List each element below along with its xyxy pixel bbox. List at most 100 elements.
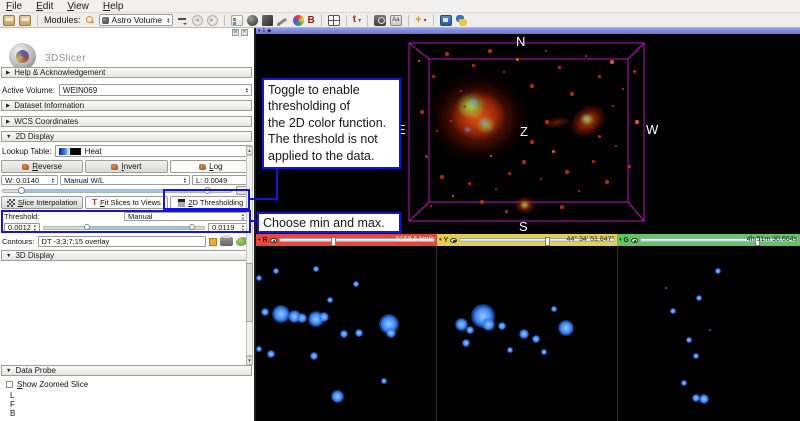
compass-west-label: W — [646, 122, 659, 137]
threshold-mode-selector[interactable]: Manual ▴ ▾ — [124, 212, 248, 221]
visibility-eye-icon[interactable] — [630, 237, 638, 243]
history-back-icon[interactable]: ◂ — [191, 14, 203, 26]
scrollbar-up-arrow[interactable]: ▲ — [246, 146, 253, 155]
menu-edit[interactable]: Edit — [36, 1, 53, 12]
volume-module-icon[interactable] — [261, 14, 273, 26]
contours-input[interactable]: DT -3;3;7;15 overlay — [37, 236, 206, 247]
show-zoomed-slice-checkbox[interactable] — [6, 381, 13, 388]
window-spinbox[interactable]: W: 0.0140 ▴ ▾ — [1, 175, 58, 185]
level-spinbox[interactable]: L: 0.0049 ▴▾ — [192, 175, 252, 185]
module-icon — [101, 16, 109, 24]
spinner-icon[interactable]: ▴▾ — [246, 86, 248, 94]
spinner-icon[interactable]: ▴▾ — [242, 223, 244, 231]
spinner-icon[interactable]: ▴▾ — [167, 16, 169, 24]
pin-icon[interactable]: ▾ — [258, 237, 261, 243]
section-label: 2D Display — [15, 132, 55, 141]
menu-file[interactable]: File — [6, 1, 22, 12]
contours-row: Contours: DT -3;3;7;15 overlay — [2, 235, 248, 248]
slider-handle[interactable] — [544, 236, 550, 246]
modules-menu-icon[interactable] — [177, 16, 188, 25]
threshold-min-spinbox[interactable]: 0.0012 ▴ ▾ — [4, 223, 40, 232]
scrollbar-track[interactable] — [246, 155, 253, 356]
menu-help[interactable]: Help — [103, 1, 124, 12]
threshold-label: Threshold: — [4, 212, 40, 221]
python-console-icon[interactable] — [455, 14, 468, 26]
green-slice-bar[interactable]: ▾ G 4h 51m 30.664s — [617, 234, 800, 246]
transform-icon[interactable]: t — [353, 14, 356, 26]
spinner-icon[interactable]: ▴▾ — [184, 176, 186, 184]
history-forward-icon[interactable]: ▸ — [206, 14, 218, 26]
slice-interpolation-button[interactable]: Slice Interpolation — [1, 196, 84, 209]
pin-icon[interactable]: ▾ — [619, 237, 622, 243]
section-3d-display[interactable]: ▼ 3D Display — [1, 250, 252, 261]
chevron-down-icon[interactable]: ▾ — [424, 17, 427, 24]
lookup-table-selector[interactable]: Heat ▴▾ — [54, 145, 252, 157]
section-2d-display[interactable]: ▼ 2D Display — [1, 131, 252, 142]
visibility-eye-icon[interactable] — [450, 237, 458, 243]
print-contours-icon[interactable] — [220, 235, 233, 246]
module-list-icon[interactable] — [230, 14, 243, 26]
spinner-icon[interactable]: ▴▾ — [242, 212, 244, 220]
section-data-probe[interactable]: ▼ Data Probe — [1, 365, 252, 376]
fit-slices-button[interactable]: T Fit Slices to Views — [85, 196, 168, 209]
load-data-icon[interactable] — [3, 14, 15, 26]
reverse-button[interactable]: Reverse — [1, 160, 84, 173]
threshold-range-slider[interactable] — [43, 224, 205, 230]
slider-handle-low[interactable] — [18, 186, 25, 194]
view-menu-icon[interactable]: ◆ — [267, 28, 271, 34]
section-dataset-information[interactable]: ▶ Dataset Information — [1, 100, 252, 111]
paint-module-icon[interactable] — [276, 15, 289, 26]
window-level-slider[interactable] — [2, 186, 232, 194]
pin-icon[interactable]: ▾ — [258, 28, 261, 34]
pin-icon[interactable]: ▾ — [439, 237, 442, 243]
section-wcs-coordinates[interactable]: ▶ WCS Coordinates — [1, 116, 252, 127]
screenshot-icon[interactable] — [439, 14, 452, 26]
window-value: W: 0.0140 — [5, 175, 40, 185]
measurement-icon[interactable] — [390, 14, 403, 26]
wl-preset-value: Manual W/L — [64, 175, 105, 185]
slice-views[interactable] — [256, 246, 800, 421]
callout-line — [276, 168, 278, 201]
bb-module-icon[interactable]: B — [308, 15, 315, 26]
color-module-icon[interactable] — [292, 14, 304, 26]
slice-controller-bars: ▾ R 5169.6 km/s ▾ Y 44° 34' 51.847" ▾ G — [256, 234, 800, 246]
spinner-icon[interactable]: ▴▾ — [52, 176, 54, 184]
layout-icon[interactable] — [327, 14, 340, 26]
log-button[interactable]: Log — [169, 160, 252, 173]
threshold-min-handle[interactable] — [84, 224, 90, 230]
section-help-acknowledgement[interactable]: ▶ Help & Acknowledgement — [1, 67, 252, 78]
expanded-triangle-icon: ▼ — [6, 252, 12, 259]
slider-handle-high[interactable] — [204, 186, 211, 194]
visibility-eye-icon[interactable] — [269, 237, 277, 243]
threshold-max-spinbox[interactable]: 0.0119 ▴ ▾ — [208, 223, 248, 232]
threshold-max-handle[interactable] — [189, 224, 195, 230]
module-selector[interactable]: Astro Volume ▴ ▾ — [98, 14, 173, 26]
fit-slices-label: Fit Slices to Views — [100, 198, 161, 207]
separator — [408, 14, 410, 26]
module-search-icon[interactable] — [85, 15, 95, 25]
sphere-module-icon[interactable] — [246, 14, 258, 26]
2d-thresholding-button[interactable]: 2D Thresholding — [169, 196, 252, 209]
active-volume-selector[interactable]: WEIN069 ▴ ▾ — [58, 84, 252, 96]
menu-view[interactable]: View — [67, 1, 89, 12]
invert-button[interactable]: Invert — [85, 160, 168, 173]
close-panel-icon[interactable]: ✕ — [241, 29, 248, 36]
compass-z-label: Z — [520, 124, 528, 139]
threshold-mode-row: Threshold: Manual ▴ ▾ — [4, 212, 248, 221]
scrollbar-down-arrow[interactable]: ▼ — [246, 356, 253, 365]
save-icon[interactable] — [19, 14, 31, 26]
window-level-slider-row: — — [2, 186, 252, 195]
scrollbar-thumb[interactable] — [246, 263, 253, 322]
screen-capture-icon[interactable] — [374, 14, 387, 26]
chevron-down-icon[interactable]: ▾ — [358, 17, 361, 24]
contour-color-button[interactable] — [209, 237, 217, 246]
slider-handle[interactable] — [330, 236, 336, 246]
wl-preset-selector[interactable]: Manual W/L ▴ ▾ — [60, 175, 190, 185]
contours-label: Contours: — [2, 237, 35, 246]
red-slice-bar[interactable]: ▾ R 5169.6 km/s — [256, 234, 437, 246]
add-annotation-icon[interactable]: + — [415, 14, 421, 26]
yellow-slice-bar[interactable]: ▾ Y 44° 34' 51.847" — [437, 234, 617, 246]
spinner-icon[interactable]: ▴▾ — [34, 223, 36, 231]
undock-panel-icon[interactable]: ⊘ — [232, 29, 239, 36]
show-zoomed-slice-row: Show Zoomed Slice — [6, 380, 246, 389]
